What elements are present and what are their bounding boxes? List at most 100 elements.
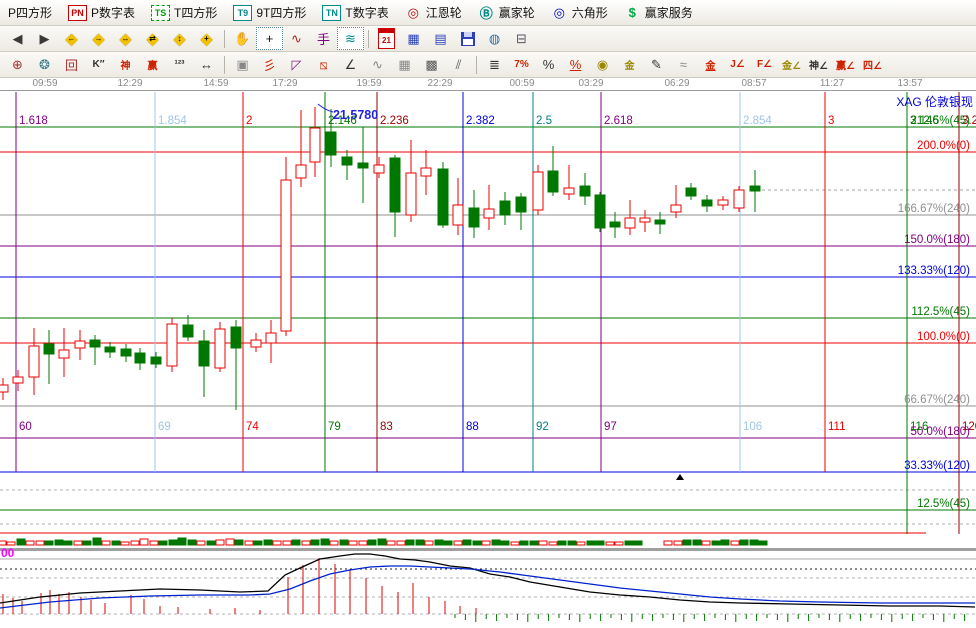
gann-circle-tool-button-icon: ⊕ (12, 57, 23, 73)
notepad-button[interactable]: ▤ (427, 27, 454, 50)
chart-canvas[interactable]: 212.5%(45)200.0%(0)166.67%(240)150.0%(18… (0, 91, 976, 623)
ying-angle-tool-button[interactable]: 赢∠ (832, 53, 859, 76)
fan-lines-tool-button[interactable]: 彡 (256, 53, 283, 76)
menu-winner-service[interactable]: $赢家服务 (616, 4, 701, 21)
gann-expand-button[interactable]: ◆↔ (112, 27, 139, 50)
gann-shift-left-button[interactable]: ◆← (58, 27, 85, 50)
volume-bar (721, 540, 729, 545)
menu-t-square[interactable]: TST四方形 (143, 4, 225, 21)
count-label: 120 (962, 421, 976, 433)
menu-9t-square[interactable]: T99T四方形 (225, 4, 314, 21)
menu-gann-wheel[interactable]: ◎江恩轮 (397, 4, 470, 21)
gann-shift-left-button-arrow-icon: ← (59, 28, 84, 49)
candle-body (640, 218, 650, 222)
menu-gann-wheel-icon: ◎ (405, 6, 422, 20)
brush-tool-button[interactable]: ✎ (643, 53, 670, 76)
gold-circle-tool-button[interactable]: ◉ (589, 53, 616, 76)
si-angle-tool-button-icon: 四∠ (863, 57, 882, 72)
menu-p-square[interactable]: P四方形 (0, 4, 60, 21)
seven-percent-tool-button[interactable]: 7% (508, 53, 535, 76)
candle-body (105, 347, 115, 352)
level-label: 133.33%(120) (898, 265, 970, 277)
crosshair-tool-button-icon: + (266, 31, 274, 46)
grid-tool-button[interactable]: ▦ (391, 53, 418, 76)
dense-grid-tool-button[interactable]: ▩ (418, 53, 445, 76)
gann-circle-tool-button[interactable]: ⊕ (4, 53, 31, 76)
diagonal-square-tool-button-icon: ⧅ (319, 57, 327, 73)
percent-lines-tool-button[interactable]: % (562, 53, 589, 76)
volume-bar (26, 541, 34, 545)
menu-hexagon[interactable]: ◎六角形 (543, 4, 616, 21)
gold-underline-tool-button[interactable]: 金 (697, 53, 724, 76)
gann-count-labels: 6069747983889297106111116120 (19, 421, 976, 433)
toolbar-separator (224, 30, 225, 48)
parallel-lines-tool-button[interactable]: ⫽ (445, 53, 472, 76)
volume-bar (740, 540, 748, 545)
gann-compress-button[interactable]: ◆⇄ (139, 27, 166, 50)
candle-body (453, 205, 463, 225)
gann-cross-button[interactable]: ◆+ (193, 27, 220, 50)
gann-spiral-tool-button[interactable]: ❂ (31, 53, 58, 76)
indicator-blue-line (0, 566, 975, 608)
percent-tool-button[interactable]: % (535, 53, 562, 76)
square-spiral-tool-button[interactable]: 回 (58, 53, 85, 76)
indicator-left-label: 00 (1, 546, 15, 560)
shen-tool-button[interactable]: 神 (112, 53, 139, 76)
wave-band-tool-button[interactable]: ≈ (670, 53, 697, 76)
menu-winner-wheel[interactable]: Ⓑ赢家轮 (470, 4, 543, 21)
menu-t-table[interactable]: TNT数字表 (314, 4, 396, 21)
volume-bar (558, 541, 566, 545)
polyline-tool-button[interactable]: ∿ (283, 27, 310, 50)
ying-tool-button[interactable]: 赢 (139, 53, 166, 76)
price-list-tool-button[interactable]: ≣ (481, 53, 508, 76)
toolbar-separator (476, 56, 477, 74)
web-export-button[interactable]: ◍ (481, 27, 508, 50)
symbol-title: XAG 伦敦银现 (896, 93, 973, 110)
ying-angle-tool-button-icon: 赢∠ (836, 57, 855, 72)
print-button[interactable]: ⊟ (508, 27, 535, 50)
calendar-21-button[interactable]: 21 (373, 27, 400, 50)
volume-bar (150, 541, 158, 545)
crosshair-tool-button[interactable]: + (256, 27, 283, 50)
wave-draw-tool-button[interactable]: ≋ (337, 27, 364, 50)
candle-body (59, 350, 69, 358)
gann-hand-tool-button[interactable]: 手 (310, 27, 337, 50)
candle-body (90, 340, 100, 347)
parallel-lines-tool-button-icon: ⫽ (456, 57, 462, 73)
volume-bar (55, 540, 63, 545)
menu-p-table[interactable]: PNP数字表 (60, 4, 143, 21)
count-label: 106 (743, 421, 762, 433)
volume-bar (492, 540, 500, 545)
gann-shift-right-button[interactable]: ◆→ (85, 27, 112, 50)
percent-lines-tool-button-icon: % (570, 57, 582, 72)
j-angle-tool-button[interactable]: J∠ (724, 53, 751, 76)
diagonal-square-tool-button[interactable]: ⧅ (310, 53, 337, 76)
nav-prev-button[interactable]: ◀ (4, 27, 31, 50)
volume-bar (520, 541, 528, 545)
si-angle-tool-button[interactable]: 四∠ (859, 53, 886, 76)
shen-angle-tool-button[interactable]: 神∠ (805, 53, 832, 76)
square-fan-tool-button[interactable]: ◸ (283, 53, 310, 76)
menu-p-table-label: P数字表 (91, 4, 135, 21)
hand-tool-button[interactable]: ✋ (229, 27, 256, 50)
calculator-button[interactable]: ▦ (400, 27, 427, 50)
candle-body (734, 190, 744, 208)
level-label: 12.5%(45) (917, 498, 970, 510)
nav-next-button[interactable]: ▶ (31, 27, 58, 50)
toolbar-separator (368, 30, 369, 48)
angle-lines-tool-button[interactable]: ∠ (337, 53, 364, 76)
fan-lines-tool-button-icon: 彡 (263, 55, 276, 74)
volume-bar (178, 538, 186, 545)
percent-tool-button-icon: % (543, 57, 555, 72)
ruler-tool-button[interactable]: ¹²³ (166, 53, 193, 76)
gann-vertical-button[interactable]: ◆↕ (166, 27, 193, 50)
save-button[interactable] (454, 27, 481, 50)
f-angle-tool-button[interactable]: F∠ (751, 53, 778, 76)
rect-tool-button[interactable]: ▣ (229, 53, 256, 76)
kline-mark-tool-button[interactable]: K″ (85, 53, 112, 76)
gold-lines-tool-button[interactable]: 金 (616, 53, 643, 76)
zigzag-tool-button[interactable]: ∿ (364, 53, 391, 76)
gold-angle-tool-button[interactable]: 金∠ (778, 53, 805, 76)
level-label: 200.0%(0) (917, 140, 970, 152)
width-measure-tool-button[interactable]: ↔ (193, 53, 220, 76)
